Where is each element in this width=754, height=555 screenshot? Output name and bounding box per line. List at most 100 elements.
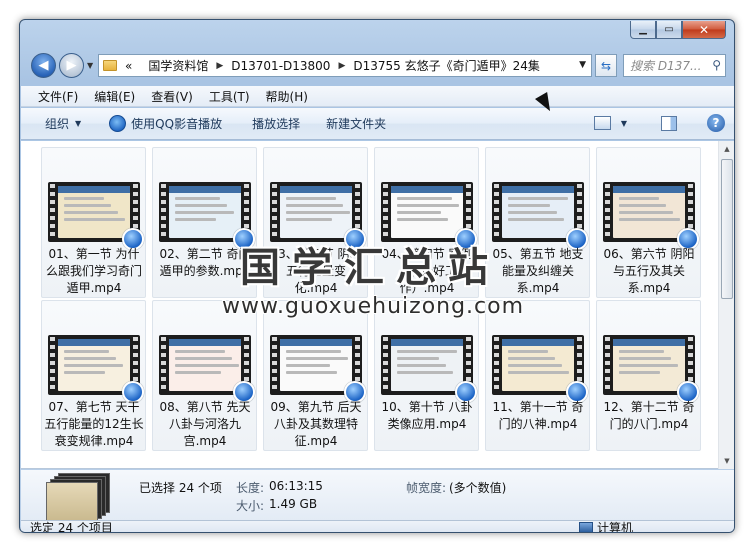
- thumbnail-text-line: [175, 350, 225, 353]
- menu-help[interactable]: 帮助(H): [266, 88, 308, 105]
- thumbnail-text-line: [619, 204, 666, 207]
- menu-file[interactable]: 文件(F): [38, 88, 78, 105]
- change-view-icon[interactable]: [593, 116, 611, 130]
- thumbnail-text-line: [508, 211, 557, 214]
- address-dropdown-icon[interactable]: ▼: [579, 60, 586, 70]
- search-placeholder: 搜索 D137...: [630, 59, 702, 73]
- details-pane: 已选择 24 个项 长度: 06:13:15 大小: 1.49 GB 帧宽度: …: [21, 470, 734, 522]
- close-button[interactable]: ✕: [682, 21, 726, 39]
- thumbnail-text-line: [619, 197, 659, 200]
- thumbnail-text-line: [64, 204, 111, 207]
- thumbnail-header: [280, 339, 352, 346]
- vertical-scrollbar[interactable]: ▲ ▼: [718, 141, 734, 469]
- file-tile[interactable]: 06、第六节 阴阳与五行及其关系.mp4: [596, 147, 701, 298]
- file-tile[interactable]: 08、第八节 先天八卦与河洛九宫.mp4: [152, 300, 257, 451]
- thumbnail-text-line: [175, 197, 220, 200]
- qq-play-label: 使用QQ影音播放: [131, 117, 223, 131]
- breadcrumb-item-root[interactable]: 国学资料馆: [148, 57, 208, 74]
- breadcrumb-item-range[interactable]: D13701-D13800: [231, 59, 330, 73]
- breadcrumb-separator[interactable]: ▶: [216, 61, 223, 71]
- thumbnail-text-line: [64, 357, 116, 360]
- thumbnail-header: [613, 339, 685, 346]
- thumbnail-text-line: [286, 350, 341, 353]
- file-tile[interactable]: 09、第九节 后天八卦及其数理特征.mp4: [263, 300, 368, 451]
- thumbnail-text-line: [175, 211, 234, 214]
- menu-tools[interactable]: 工具(T): [209, 88, 250, 105]
- file-name: 05、第五节 地支能量及纠缠关系.mp4: [492, 247, 584, 295]
- thumbnail-text-line: [397, 371, 453, 374]
- address-row: ◀ ▶ ▼ « 国学资料馆 ▶ D13701-D13800 ▶ D13755 玄…: [20, 50, 734, 82]
- thumbnail-text-line: [286, 197, 336, 200]
- thumbnail-header: [613, 186, 685, 193]
- organize-label: 组织: [45, 117, 70, 131]
- file-name: 01、第一节 为什么跟我们学习奇门遁甲.mp4: [45, 247, 142, 295]
- scroll-down-arrow[interactable]: ▼: [719, 453, 734, 469]
- scroll-up-arrow[interactable]: ▲: [719, 141, 734, 157]
- thumbnail-text-line: [64, 218, 125, 221]
- thumbnail-text-line: [175, 371, 221, 374]
- command-bar-right: ▼ ?: [593, 114, 725, 132]
- thumbnail-text-line: [175, 218, 216, 221]
- scrollbar-thumb[interactable]: [721, 159, 733, 299]
- thumbnail-frame: [391, 339, 463, 391]
- breadcrumb-item-current[interactable]: D13755 玄悠子《奇门遁甲》24集: [353, 57, 540, 74]
- thumbnail-text-line: [619, 211, 673, 214]
- organize-button[interactable]: 组织 ▼: [21, 115, 93, 132]
- chevron-down-icon: ▼: [75, 119, 82, 128]
- thumbnail-text-line: [397, 357, 439, 360]
- menu-edit[interactable]: 编辑(E): [94, 88, 135, 105]
- thumbnail-text-line: [286, 357, 348, 360]
- help-icon[interactable]: ?: [707, 114, 725, 132]
- search-input[interactable]: 搜索 D137... ⚲: [623, 54, 726, 77]
- file-tile[interactable]: 12、第十二节 奇门的八门.mp4: [596, 300, 701, 451]
- command-bar: 组织 ▼ 使用QQ影音播放 播放选择 新建文件夹 ▼ ?: [21, 108, 734, 140]
- size-label: 大小:: [236, 499, 265, 513]
- address-bar[interactable]: « 国学资料馆 ▶ D13701-D13800 ▶ D13755 玄悠子《奇门遁…: [98, 54, 592, 77]
- thumbnail-frame: [58, 186, 130, 238]
- file-tile[interactable]: 05、第五节 地支能量及纠缠关系.mp4: [485, 147, 590, 298]
- recent-pages-dropdown[interactable]: ▼: [87, 61, 93, 70]
- refresh-button[interactable]: ⇆: [595, 54, 617, 77]
- preview-pane-icon[interactable]: [661, 115, 677, 131]
- file-tile[interactable]: 11、第十一节 奇门的八神.mp4: [485, 300, 590, 451]
- thumbnail-header: [280, 186, 352, 193]
- maximize-button[interactable]: ▭: [656, 21, 682, 39]
- thumbnail-header: [502, 186, 574, 193]
- thumbnail-text-line: [397, 204, 459, 207]
- thumbnail-text-line: [397, 218, 448, 221]
- qq-player-icon: [109, 115, 127, 132]
- play-selection-button[interactable]: 播放选择: [234, 115, 312, 132]
- thumbnail-frame: [280, 339, 352, 391]
- minimize-button[interactable]: ▁: [630, 21, 656, 39]
- thumbnail-frame: [502, 339, 574, 391]
- thumbnail-text-line: [619, 357, 671, 360]
- file-name: 11、第十一节 奇门的八神.mp4: [492, 400, 584, 431]
- thumbnail-text-line: [64, 350, 109, 353]
- breadcrumb-separator[interactable]: ▶: [338, 61, 345, 71]
- back-button[interactable]: ◀: [31, 53, 56, 78]
- breadcrumb-overflow[interactable]: «: [125, 59, 132, 73]
- selected-count: 已选择 24 个项: [139, 481, 222, 495]
- thumbnail-text-line: [397, 364, 446, 367]
- thumbnail-text-line: [508, 350, 548, 353]
- thumbnail-text-line: [508, 371, 569, 374]
- play-selection-label: 播放选择: [252, 117, 301, 131]
- length-value: 06:13:15: [269, 479, 323, 493]
- qq-play-button[interactable]: 使用QQ影音播放: [93, 115, 234, 132]
- new-folder-button[interactable]: 新建文件夹: [312, 115, 398, 132]
- thumbnail-frame: [613, 186, 685, 238]
- file-tile[interactable]: 01、第一节 为什么跟我们学习奇门遁甲.mp4: [41, 147, 146, 298]
- thumbnail-text-line: [508, 197, 568, 200]
- chevron-down-icon[interactable]: ▼: [621, 119, 627, 128]
- file-tile[interactable]: 07、第七节 天干五行能量的12生长衰变规律.mp4: [41, 300, 146, 451]
- length-label: 长度:: [236, 481, 265, 495]
- status-bar: 选定 24 个项目 计算机: [21, 520, 734, 532]
- thumbnail-text-line: [397, 197, 452, 200]
- file-tile[interactable]: 10、第十节 八卦类像应用.mp4: [374, 300, 479, 451]
- forward-button[interactable]: ▶: [59, 53, 84, 78]
- file-name: 10、第十节 八卦类像应用.mp4: [381, 400, 473, 431]
- search-icon[interactable]: ⚲: [712, 58, 721, 72]
- thumbnail-text-line: [286, 218, 332, 221]
- menu-view[interactable]: 查看(V): [151, 88, 193, 105]
- thumbnail-header: [169, 186, 241, 193]
